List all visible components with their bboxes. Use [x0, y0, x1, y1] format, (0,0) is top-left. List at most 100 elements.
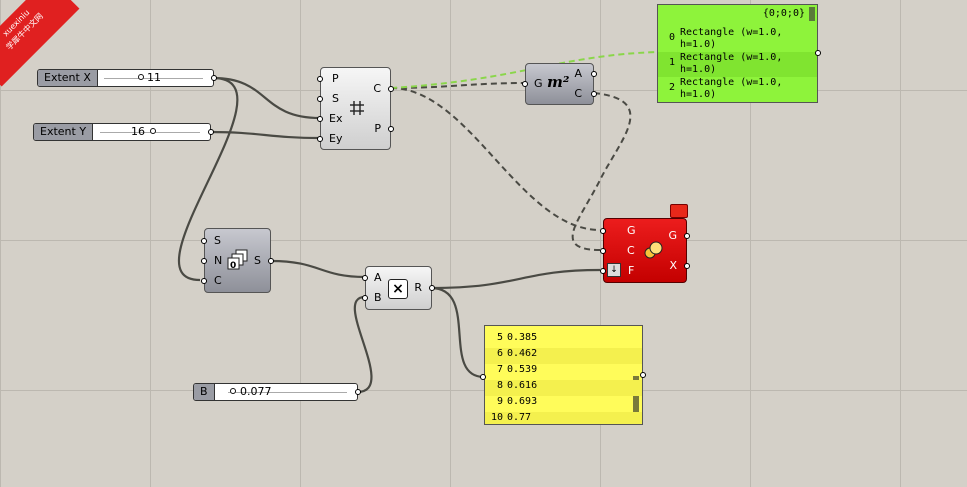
output-c: C	[373, 82, 381, 95]
port-g-in[interactable]	[600, 228, 606, 234]
port-f-in[interactable]	[600, 268, 606, 274]
wire-extentx-ex	[212, 76, 321, 120]
row-line2: h=1.0)	[680, 64, 717, 75]
yellow-panel-input-port[interactable]	[480, 374, 486, 380]
input-ey: Ey	[329, 132, 343, 145]
port-s-in[interactable]	[201, 238, 207, 244]
slider-value: 11	[147, 71, 161, 84]
extent-y-slider[interactable]: Extent Y 16	[33, 123, 214, 141]
multiply-component[interactable]: A B R ×	[362, 266, 435, 310]
area-component[interactable]: G A C m²	[522, 63, 597, 105]
input-ex: Ex	[329, 112, 343, 125]
slider-label: B	[194, 384, 215, 400]
list-item: 6 0.462	[485, 348, 642, 364]
wire-extenty-ey	[209, 130, 321, 140]
output-p: P	[374, 122, 381, 135]
rectangular-grid-component[interactable]: P S Ex Ey C P	[317, 67, 394, 150]
list-item: 8 0.616	[485, 380, 642, 396]
port-b-in[interactable]	[362, 295, 368, 301]
output-x: X	[669, 259, 677, 272]
row-line1: Rectangle (w=1.0,	[680, 27, 783, 38]
warning-flag-icon[interactable]	[670, 204, 688, 218]
b-slider[interactable]: B 0.077	[193, 383, 361, 401]
port-ex-in[interactable]	[317, 116, 323, 122]
wire-grid-area	[390, 82, 526, 89]
port-c-in[interactable]	[201, 278, 207, 284]
port-g-in[interactable]	[522, 81, 528, 87]
input-b: B	[374, 291, 382, 304]
list-item: 10 0.77	[485, 412, 642, 424]
wire-multiply-scale-f	[430, 268, 601, 290]
extent-x-slider[interactable]: Extent X 11	[37, 69, 217, 87]
row-index: 6	[496, 348, 503, 359]
list-item: 1 Rectangle (w=1.0, h=1.0)	[658, 52, 817, 77]
input-a: A	[374, 271, 382, 284]
scale-component[interactable]: G C F G X ↓	[600, 218, 690, 283]
rectangular-grid-icon	[350, 101, 364, 115]
row-index: 10	[490, 412, 503, 423]
row-value: 0.462	[507, 348, 538, 359]
port-p-in[interactable]	[317, 76, 323, 82]
yellow-panel-output-port[interactable]	[640, 372, 646, 378]
port-a-out[interactable]	[591, 71, 597, 77]
row-value: 0.693	[507, 396, 538, 407]
row-value: 0.77	[507, 412, 532, 423]
output-port[interactable]	[208, 129, 214, 135]
area-icon: m²	[547, 73, 570, 91]
output-s: S	[254, 254, 261, 267]
port-s-out[interactable]	[268, 258, 274, 264]
output-r: R	[414, 281, 422, 294]
port-x-out[interactable]	[684, 263, 690, 269]
port-n-in[interactable]	[201, 258, 207, 264]
input-g: G	[534, 77, 543, 90]
green-panel-output-port[interactable]	[815, 50, 821, 56]
input-f: F	[628, 264, 635, 277]
port-ey-in[interactable]	[317, 136, 323, 142]
list-item: 9 0.693	[485, 396, 642, 412]
port-s-in[interactable]	[317, 96, 323, 102]
list-item: 2 Rectangle (w=1.0, h=1.0)	[658, 77, 817, 102]
rectangles-panel[interactable]: {0;0;0} 0 Rectangle (w=1.0, h=1.0) 1 Rec…	[657, 4, 818, 103]
row-value: 0.539	[507, 364, 538, 375]
row-value: 0.616	[507, 380, 538, 391]
row-line1: Rectangle (w=1.0,	[680, 77, 783, 88]
output-port[interactable]	[355, 389, 361, 395]
port-r-out[interactable]	[429, 285, 435, 291]
slider-label: Extent Y	[34, 124, 94, 140]
input-c: C	[627, 244, 635, 257]
port-c-out[interactable]	[591, 91, 597, 97]
row-index: 5	[496, 332, 503, 343]
output-c: C	[574, 87, 582, 100]
row-index: 1	[668, 57, 675, 68]
slider-knob[interactable]	[230, 388, 236, 394]
row-index: 8	[496, 380, 503, 391]
reparameterize-arrow-icon[interactable]: ↓	[607, 263, 621, 277]
output-a: A	[574, 67, 582, 80]
input-s: S	[214, 234, 221, 247]
list-item: 5 0.385	[485, 332, 642, 348]
row-line2: h=1.0)	[680, 39, 717, 50]
port-p-out[interactable]	[388, 126, 394, 132]
factors-panel[interactable]: 5 0.385 6 0.462 7 0.539 8 0.616 9 0.693 …	[484, 325, 643, 425]
wire-grid-scale-g	[390, 87, 601, 231]
panel-scrollbar[interactable]	[809, 7, 815, 21]
series-component[interactable]: S N C S 0	[201, 228, 274, 293]
input-s: S	[332, 92, 339, 105]
port-c-out[interactable]	[388, 86, 394, 92]
row-index: 7	[496, 364, 503, 375]
wire-multiply-yellow	[430, 286, 485, 379]
multiply-icon: ×	[388, 279, 408, 299]
input-n: N	[214, 254, 223, 267]
port-c-in[interactable]	[600, 248, 606, 254]
list-item: 0 Rectangle (w=1.0, h=1.0)	[658, 27, 817, 52]
input-g: G	[627, 224, 636, 237]
slider-knob[interactable]	[150, 128, 156, 134]
slider-value: 0.077	[240, 385, 272, 398]
output-port[interactable]	[211, 75, 217, 81]
slider-knob[interactable]	[138, 74, 144, 80]
port-a-in[interactable]	[362, 275, 368, 281]
scale-icon	[644, 241, 663, 259]
panel-path: {0;0;0}	[762, 8, 805, 19]
port-g-out[interactable]	[684, 233, 690, 239]
row-index: 0	[668, 32, 675, 43]
